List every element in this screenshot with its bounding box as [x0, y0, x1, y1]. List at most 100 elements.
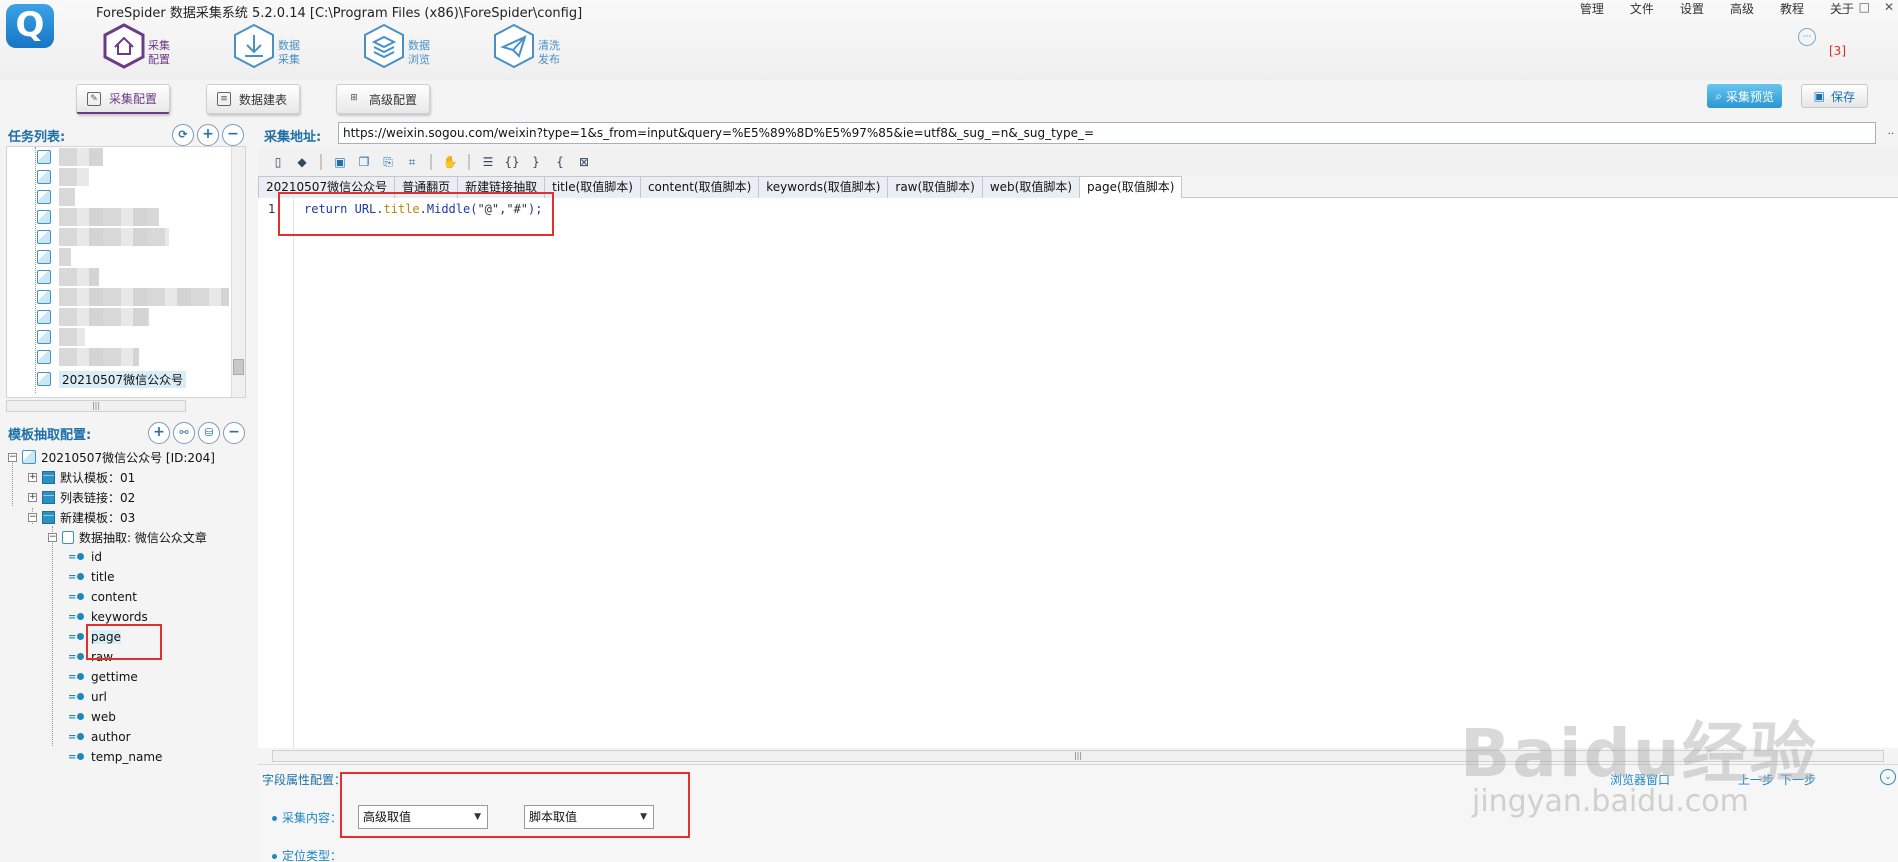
- brace-open-icon[interactable]: {: [550, 152, 570, 172]
- prev-step-link[interactable]: 上一步: [1738, 771, 1774, 788]
- refresh-icon[interactable]: ⟳: [172, 124, 194, 146]
- minimize-button[interactable]: _: [1839, 0, 1845, 14]
- collect-preview-label: 采集预览: [1725, 89, 1774, 104]
- next-step-link[interactable]: 下一步: [1780, 771, 1816, 788]
- template-node-list-link[interactable]: + 列表链接：02: [28, 488, 135, 506]
- menu-manage[interactable]: 管理: [1580, 0, 1604, 17]
- hand-icon[interactable]: ✋: [440, 152, 460, 172]
- task-item[interactable]: [37, 267, 99, 287]
- task-item[interactable]: [37, 347, 139, 367]
- menu-bar: 管理 文件 设置 高级 教程 关于: [1580, 0, 1854, 17]
- save-button[interactable]: ▣ 保存: [1800, 84, 1868, 108]
- task-item[interactable]: [37, 327, 85, 347]
- field-node-gettime[interactable]: = gettime: [68, 668, 138, 686]
- cube-icon: [37, 350, 51, 364]
- expand-icon[interactable]: +: [28, 492, 37, 502]
- remove-task-button[interactable]: −: [222, 124, 244, 146]
- task-item[interactable]: [37, 167, 89, 187]
- maximize-button[interactable]: □: [1859, 0, 1870, 14]
- app-title: ForeSpider 数据采集系统 5.2.0.14 [C:\Program F…: [96, 6, 583, 21]
- collect-url-input[interactable]: [338, 122, 1876, 144]
- collapse-icon[interactable]: −: [28, 512, 37, 522]
- line-gutter: 1: [258, 198, 294, 748]
- field-node-content[interactable]: = content: [68, 588, 137, 606]
- field-icon: =: [68, 572, 86, 583]
- layers-icon: [360, 22, 408, 70]
- crop-icon[interactable]: ⌗: [402, 152, 422, 172]
- window-controls: _ □ ✕: [1839, 0, 1894, 14]
- new-file-icon[interactable]: ▯: [268, 152, 288, 172]
- expand-icon[interactable]: +: [28, 472, 37, 482]
- field-node-web[interactable]: = web: [68, 708, 116, 726]
- template-config-title: 模板抽取配置:: [8, 428, 92, 443]
- link-icon[interactable]: ⚯: [173, 422, 195, 444]
- collect-preview-button[interactable]: ⌕ 采集预览: [1707, 84, 1782, 108]
- field-node-url[interactable]: = url: [68, 688, 107, 706]
- template-node-new[interactable]: − 新建模板：03: [28, 508, 135, 526]
- task-item[interactable]: [37, 287, 229, 307]
- remove-template-button[interactable]: −: [223, 422, 245, 444]
- field-node-id[interactable]: = id: [68, 548, 102, 566]
- cube-icon: [37, 310, 51, 324]
- task-item[interactable]: [37, 307, 149, 327]
- task-item[interactable]: [37, 147, 103, 167]
- tab-collect-config[interactable]: ✎ 采集配置: [76, 84, 171, 114]
- field-node-author[interactable]: = author: [68, 728, 131, 746]
- template-root-node[interactable]: − 20210507微信公众号 [ID:204]: [8, 448, 215, 466]
- code-tab-title-script[interactable]: title(取值脚本): [544, 176, 641, 198]
- database-icon[interactable]: ⛁: [198, 422, 220, 444]
- url-more-button[interactable]: ..: [1888, 126, 1894, 137]
- editor-toolbar: ▯ ◆ ▣ ❐ ⎘ ⌗ ✋ ☰ {} } { ⊠: [258, 148, 1898, 176]
- floppy-icon: ▣: [1813, 89, 1825, 103]
- browser-window-link[interactable]: 浏览器窗口: [1610, 771, 1670, 788]
- field-label: content: [91, 590, 137, 604]
- tab-data-table[interactable]: ≡ 数据建表: [206, 84, 301, 114]
- chat-bubble-icon[interactable]: ···: [1798, 28, 1816, 46]
- template-node-default[interactable]: + 默认模板：01: [28, 468, 135, 486]
- task-item[interactable]: [37, 227, 169, 247]
- collapse-icon[interactable]: −: [48, 532, 57, 542]
- add-template-button[interactable]: +: [148, 422, 170, 444]
- brace-icon[interactable]: {}: [502, 152, 522, 172]
- task-item[interactable]: [37, 207, 159, 227]
- field-node-temp-name[interactable]: = temp_name: [68, 748, 162, 766]
- task-item-selected[interactable]: 20210507微信公众号: [37, 369, 187, 389]
- save-icon[interactable]: ▣: [330, 152, 350, 172]
- add-task-button[interactable]: +: [197, 124, 219, 146]
- collapse-icon[interactable]: −: [8, 452, 17, 462]
- cube-icon: [37, 250, 51, 264]
- task-list-vertical-scrollbar[interactable]: [231, 147, 245, 397]
- task-list-title: 任务列表:: [8, 130, 66, 145]
- paste-icon[interactable]: ⎘: [378, 152, 398, 172]
- chevron-down-icon[interactable]: ⌄: [1880, 769, 1896, 785]
- grid-icon: ⊞: [350, 93, 358, 103]
- menu-tutorial[interactable]: 教程: [1780, 0, 1804, 17]
- paper-plane-icon: [490, 22, 538, 70]
- extraction-node[interactable]: − 数据抽取: 微信公众文章: [48, 528, 207, 546]
- editor-horizontal-scrollbar[interactable]: |||: [272, 750, 1884, 762]
- list-icon[interactable]: ☰: [478, 152, 498, 172]
- code-tab-content-script[interactable]: content(取值脚本): [639, 176, 760, 198]
- task-item[interactable]: [37, 247, 71, 267]
- code-tab-raw-script[interactable]: raw(取值脚本): [887, 176, 983, 198]
- notification-count[interactable]: [3]: [1829, 44, 1846, 58]
- tab-advanced-config[interactable]: ⊞ 高级配置: [336, 84, 431, 114]
- code-tab-keywords-script[interactable]: keywords(取值脚本): [758, 176, 889, 198]
- clear-icon[interactable]: ⊠: [574, 152, 594, 172]
- template-label: 新建模板：03: [60, 510, 136, 525]
- task-list-horizontal-scrollbar[interactable]: |||: [6, 400, 186, 412]
- close-button[interactable]: ✕: [1884, 0, 1894, 14]
- nav-collect-label-1: 采集: [148, 39, 170, 52]
- field-node-title[interactable]: = title: [68, 568, 114, 586]
- code-tab-web-script[interactable]: web(取值脚本): [981, 176, 1081, 198]
- brace-close-icon[interactable]: }: [526, 152, 546, 172]
- menu-settings[interactable]: 设置: [1680, 0, 1704, 17]
- template-icon: [42, 470, 55, 484]
- code-tab-page-script[interactable]: page(取值脚本): [1079, 176, 1183, 199]
- code-editor[interactable]: 1 return URL.title.Middle("@","#"); |||: [258, 198, 1898, 762]
- menu-advanced[interactable]: 高级: [1730, 0, 1754, 17]
- eraser-icon[interactable]: ◆: [292, 152, 312, 172]
- copy-icon[interactable]: ❐: [354, 152, 374, 172]
- task-item[interactable]: [37, 187, 75, 207]
- menu-file[interactable]: 文件: [1630, 0, 1654, 17]
